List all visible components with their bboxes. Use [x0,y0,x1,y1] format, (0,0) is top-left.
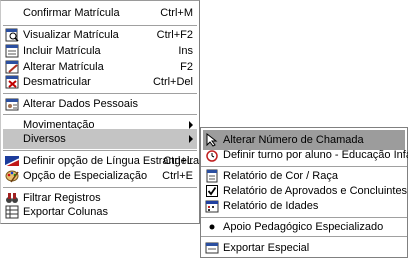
bullet-icon [209,224,215,230]
submenu-item-definir-turno[interactable]: Definir turno por aluno - Educação Infan… [203,145,408,165]
submenu-item-apoio-pedagogico[interactable]: Apoio Pedagógico Especializado [203,217,405,237]
palette-icon [5,170,19,183]
calendar-icon [205,200,219,213]
submenu-arrow-icon [189,135,193,143]
submenu-diversos: Alterar Número de Chamada Definir turno … [200,127,408,258]
export-icon [205,242,219,254]
add-enrollment-icon [5,44,19,58]
menu-item-opcao-especializacao[interactable]: Opção de Especialização Ctrl+E [1,166,199,186]
submenu-item-relatorio-idades[interactable]: Relatório de Idades [203,196,405,216]
view-enrollment-icon [5,28,19,42]
context-menu: Confirmar Matrícula Ctrl+M Visualizar Ma… [0,0,200,224]
submenu-item-exportar-especial[interactable]: Exportar Especial [203,238,405,258]
menu-item-desmatricular[interactable]: Desmatricular Ctrl+Del [1,72,199,92]
submenu-arrow-icon [189,121,193,129]
menu-item-diversos[interactable]: Diversos [3,129,197,149]
edit-personal-data-icon [5,98,19,111]
unenroll-icon [5,75,19,89]
menu-item-exportar-colunas[interactable]: Exportar Colunas [1,202,199,222]
export-grid-icon [5,205,19,219]
menu-item-confirmar-matricula[interactable]: Confirmar Matrícula Ctrl+M [1,3,199,23]
clock-icon [206,150,218,162]
menu-item-alterar-dados-pessoais[interactable]: Alterar Dados Pessoais [1,94,199,114]
